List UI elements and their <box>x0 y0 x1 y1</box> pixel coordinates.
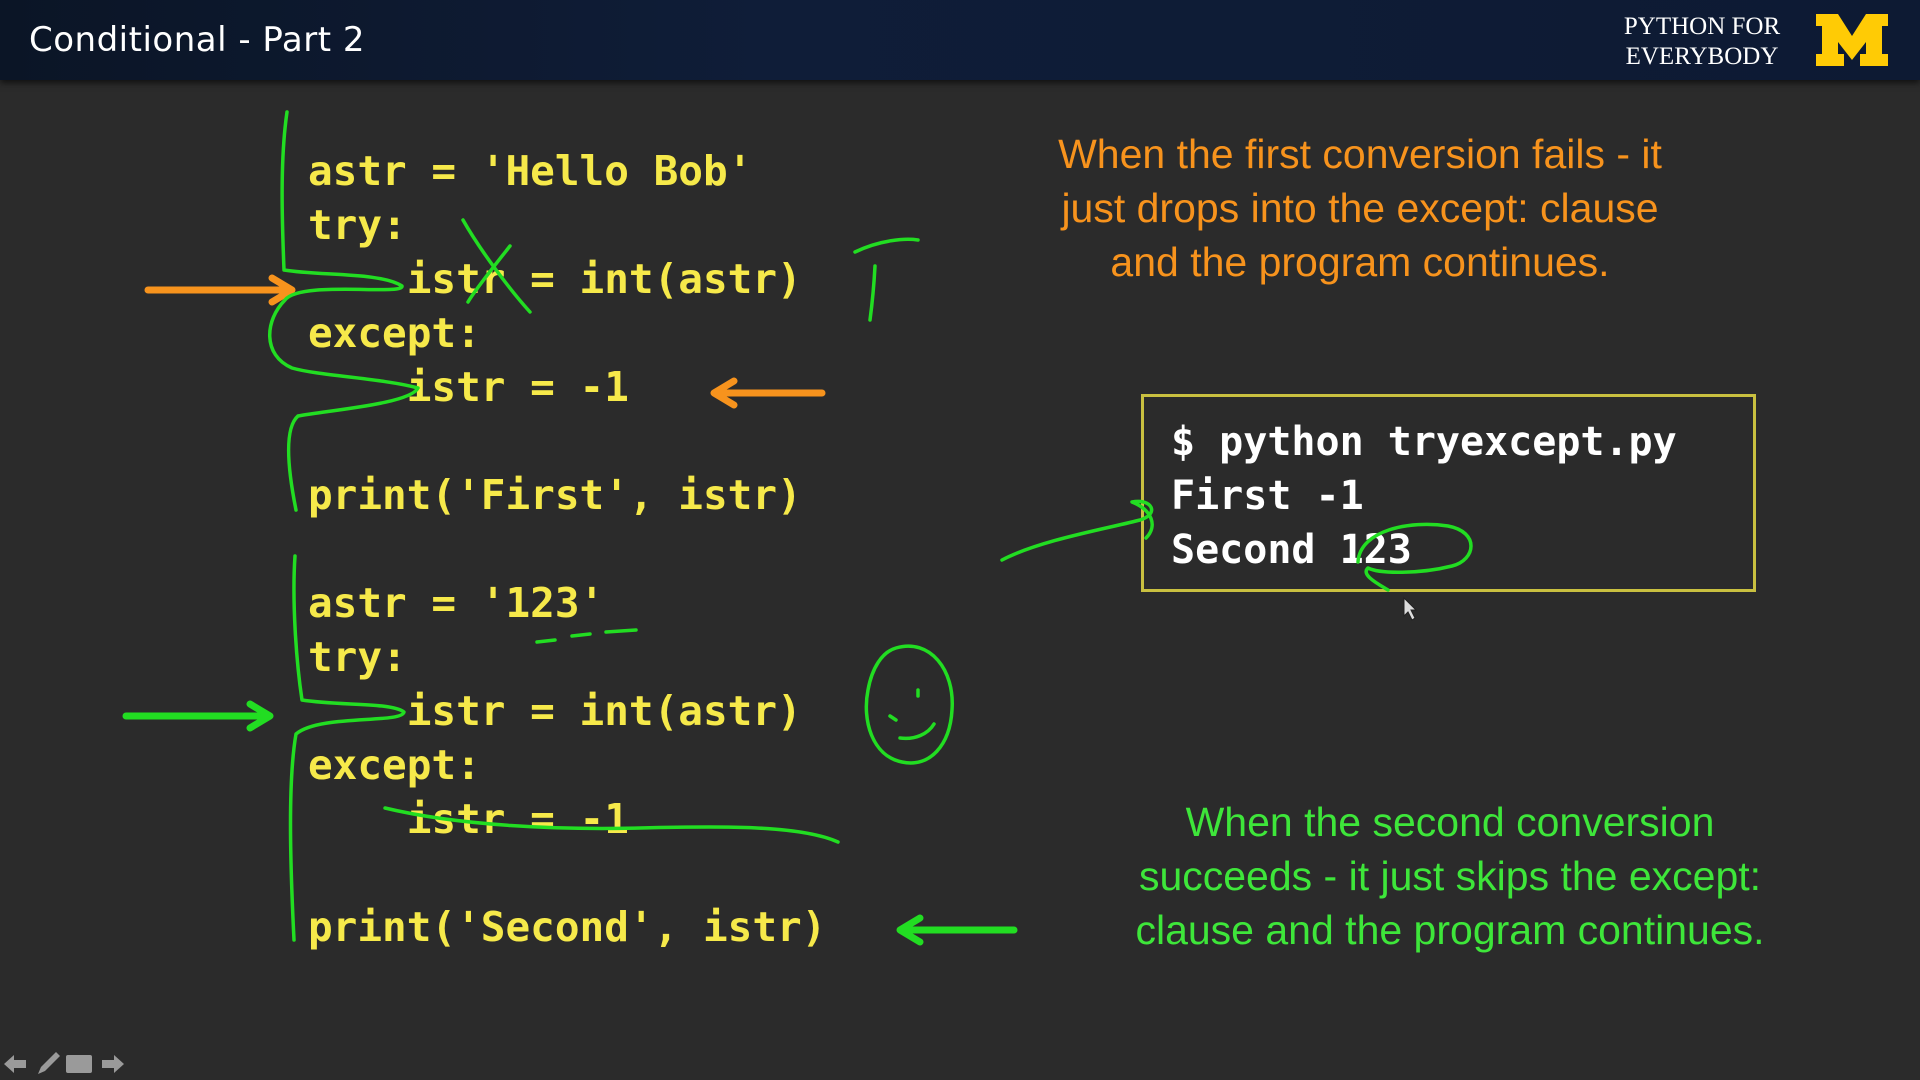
right-arrow-icon[interactable] <box>102 1055 124 1073</box>
code-line: except: <box>308 741 481 789</box>
code-line: istr = int(astr) <box>308 255 802 303</box>
terminal-output-first: First -1 <box>1171 473 1364 519</box>
terminal-output-second: Second 123 <box>1171 527 1412 573</box>
brand-line-2: EVERYBODY <box>1625 43 1779 70</box>
note-line: and the program continues. <box>1110 239 1610 285</box>
terminal-command: $ python tryexcept.py <box>1171 419 1677 465</box>
left-arrow-icon[interactable] <box>4 1055 26 1073</box>
note-line: clause and the program continues. <box>1135 907 1765 953</box>
university-logo <box>1816 14 1888 66</box>
menu-icon[interactable] <box>66 1055 92 1073</box>
slide-controls <box>4 1052 124 1074</box>
note-line: just drops into the except: clause <box>1061 185 1659 231</box>
dash-underline <box>535 628 638 644</box>
code-line: except: <box>308 309 481 357</box>
code-line: try: <box>308 633 407 681</box>
tee-mark <box>853 237 920 254</box>
code-line: astr = 'Hello Bob' <box>308 147 753 195</box>
code-line: print('Second', istr) <box>308 903 827 951</box>
code-line: print('First', istr) <box>308 471 802 519</box>
pointer-line <box>1000 499 1154 562</box>
code-line: astr = '123' <box>308 579 605 627</box>
note-line: When the second conversion <box>1185 799 1715 845</box>
terminal-output-box: $ python tryexcept.py First -1 Second 12… <box>1141 394 1756 592</box>
code-line: istr = -1 <box>308 363 629 411</box>
slide-header: Conditional - Part 2 PYTHON FOR EVERYBOD… <box>0 0 1920 80</box>
first-conversion-note: When the first conversion fails - it jus… <box>1010 127 1710 289</box>
brand-line-1: PYTHON FOR <box>1623 13 1781 40</box>
mouse-cursor <box>1403 596 1418 621</box>
brand-text: PYTHON FOR EVERYBODY <box>1612 12 1792 72</box>
second-conversion-note: When the second conversion succeeds - it… <box>1070 795 1830 957</box>
note-line: When the first conversion fails - it <box>1058 131 1662 177</box>
code-line: try: <box>308 201 407 249</box>
code-line: istr = -1 <box>308 795 629 843</box>
note-line: succeeds - it just skips the except: <box>1138 853 1762 899</box>
code-line: istr = int(astr) <box>308 687 802 735</box>
pen-icon[interactable] <box>38 1052 60 1074</box>
slide-title: Conditional - Part 2 <box>29 20 365 60</box>
smiley-face <box>864 644 954 765</box>
